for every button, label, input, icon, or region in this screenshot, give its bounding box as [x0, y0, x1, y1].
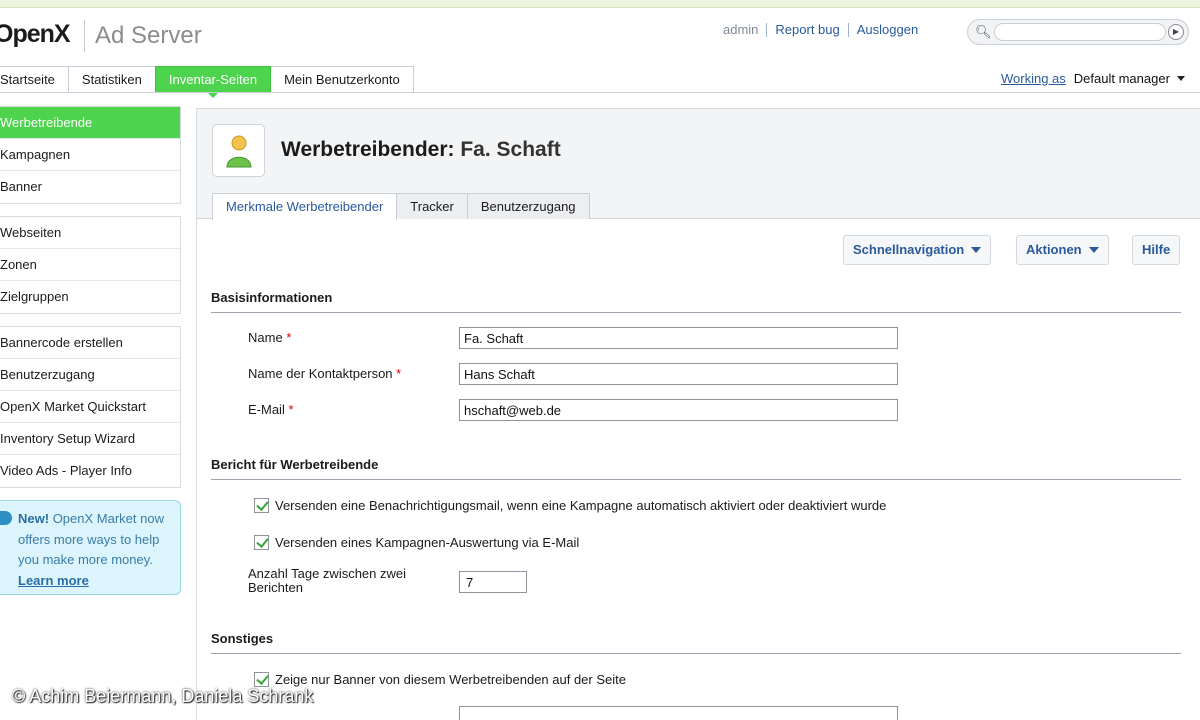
- report-bug-link[interactable]: Report bug: [775, 22, 839, 37]
- sidebar-item-werbetreibende[interactable]: Werbetreibende: [0, 107, 180, 139]
- openx-logo[interactable]: OpenX: [0, 20, 71, 49]
- chevron-down-icon: [971, 247, 982, 253]
- contact-label: Name der Kontaktperson *: [248, 366, 402, 381]
- page-title-name: Fa. Schaft: [460, 138, 561, 161]
- photo-credit: © Achim Beiermann, Daniela Schrank: [12, 686, 314, 706]
- required-mark: *: [396, 366, 402, 381]
- product-name: Ad Server: [95, 22, 202, 49]
- search-icon[interactable]: 🔍︎: [975, 24, 992, 40]
- quicknav-label: Schnellnavigation: [853, 242, 965, 257]
- logo-text: OpenX: [0, 20, 71, 48]
- page-title: Werbetreibender: Fa. Schaft: [281, 138, 561, 162]
- promo-text: New! OpenX Market now offers more ways t…: [18, 509, 178, 591]
- sidebar-item-market-quickstart[interactable]: OpenX Market Quickstart: [0, 391, 180, 423]
- logo-divider: [84, 20, 85, 52]
- learn-more-link[interactable]: Learn more: [18, 573, 89, 588]
- required-mark: *: [288, 402, 294, 417]
- tab-mein-benutzerkonto[interactable]: Mein Benutzerkonto: [270, 66, 414, 92]
- notification-checkbox-row[interactable]: Versenden eine Benachrichtigungsmail, we…: [254, 498, 886, 513]
- actions-button[interactable]: Aktionen: [1016, 235, 1109, 265]
- banner-only-checkbox-row[interactable]: Zeige nur Banner von diesem Werbetreiben…: [254, 672, 626, 687]
- section-divider: [211, 312, 1181, 313]
- main-tabs: Startseite Statistiken Inventar-Seiten M…: [0, 66, 414, 98]
- sidebar-item-zielgruppen[interactable]: Zielgruppen: [0, 281, 180, 313]
- sidebar-item-benutzerzugang[interactable]: Benutzerzugang: [0, 359, 180, 391]
- top-links: admin Report bug Ausloggen: [723, 22, 918, 37]
- panel-header: Werbetreibender: Fa. Schaft Merkmale Wer…: [197, 109, 1200, 220]
- sidebar-item-webseiten[interactable]: Webseiten: [0, 217, 180, 249]
- section-title-basis: Basisinformationen: [211, 290, 333, 305]
- logout-link[interactable]: Ausloggen: [857, 22, 918, 37]
- play-icon[interactable]: ▶: [1168, 24, 1184, 40]
- partial-input-field[interactable]: [459, 706, 898, 720]
- section-title-report: Bericht für Werbetreibende: [211, 457, 379, 472]
- email-label: E-Mail *: [248, 402, 294, 417]
- email-field[interactable]: [459, 399, 898, 421]
- promo-box: New! OpenX Market now offers more ways t…: [0, 500, 181, 595]
- current-user: admin: [723, 22, 759, 37]
- sidebar-item-video-ads[interactable]: Video Ads - Player Info: [0, 455, 180, 487]
- sidebar-item-kampagnen[interactable]: Kampagnen: [0, 139, 180, 171]
- notification-checkbox[interactable]: [254, 498, 269, 513]
- search-input[interactable]: [994, 23, 1166, 41]
- promo-new-label: New!: [18, 511, 50, 526]
- name-field[interactable]: [459, 327, 898, 349]
- report-checkbox-label: Versenden eines Kampagnen-Auswertung via…: [275, 535, 580, 550]
- user-icon: [226, 135, 252, 168]
- chevron-down-icon[interactable]: [1176, 76, 1185, 81]
- help-button[interactable]: Hilfe: [1132, 235, 1181, 265]
- notification-checkbox-label: Versenden eine Benachrichtigungsmail, we…: [275, 498, 887, 513]
- section-divider: [211, 479, 1181, 480]
- top-accent-bar: [0, 0, 1200, 8]
- avatar: [212, 124, 265, 177]
- days-label: Anzahl Tage zwischen zwei Berichten: [248, 566, 407, 595]
- sidebar-item-inventory-wizard[interactable]: Inventory Setup Wizard: [0, 423, 180, 455]
- tab-inventar-seiten[interactable]: Inventar-Seiten: [154, 66, 272, 98]
- working-as-selector[interactable]: Working as Default manager: [1001, 71, 1185, 86]
- sub-tabs: Merkmale Werbetreibender Tracker Benutze…: [212, 193, 590, 220]
- required-mark: *: [286, 330, 292, 345]
- report-checkbox[interactable]: [254, 535, 269, 550]
- section-title-other: Sonstiges: [211, 631, 274, 646]
- chevron-down-icon: [1088, 247, 1099, 253]
- section-divider: [211, 653, 1181, 654]
- sidebar-item-zonen[interactable]: Zonen: [0, 249, 180, 281]
- sidebar-group-advertisers: Werbetreibende Kampagnen Banner: [0, 106, 181, 204]
- tab-benutzerzugang[interactable]: Benutzerzugang: [466, 193, 590, 219]
- divider: [766, 22, 768, 37]
- days-field[interactable]: [459, 571, 527, 593]
- content-panel: Werbetreibender: Fa. Schaft Merkmale Wer…: [196, 108, 1200, 720]
- sidebar-item-bannercode[interactable]: Bannercode erstellen: [0, 327, 180, 359]
- banner-only-checkbox-label: Zeige nur Banner von diesem Werbetreiben…: [275, 672, 626, 687]
- sidebar-group-tools: Bannercode erstellen Benutzerzugang Open…: [0, 326, 181, 488]
- tab-merkmale[interactable]: Merkmale Werbetreibender: [212, 193, 398, 220]
- help-label: Hilfe: [1142, 242, 1171, 257]
- name-label: Name *: [248, 330, 292, 345]
- divider: [847, 22, 849, 37]
- search-box: 🔍︎ ▶: [967, 19, 1189, 45]
- banner-only-checkbox[interactable]: [254, 672, 269, 687]
- tab-statistiken[interactable]: Statistiken: [67, 66, 156, 92]
- working-as-value[interactable]: Default manager: [1074, 71, 1170, 86]
- contact-field[interactable]: [459, 363, 898, 385]
- page-title-prefix: Werbetreibender:: [281, 138, 455, 161]
- sidebar-group-websites: Webseiten Zonen Zielgruppen: [0, 216, 181, 314]
- sidebar-item-banner[interactable]: Banner: [0, 171, 180, 203]
- tab-startseite[interactable]: Startseite: [0, 66, 69, 92]
- tab-divider-line: [0, 92, 1200, 93]
- report-checkbox-row[interactable]: Versenden eines Kampagnen-Auswertung via…: [254, 535, 579, 550]
- tab-tracker[interactable]: Tracker: [396, 193, 468, 219]
- quicknav-button[interactable]: Schnellnavigation: [843, 235, 992, 265]
- info-icon: [0, 511, 12, 525]
- actions-label: Aktionen: [1026, 242, 1082, 257]
- working-as-label[interactable]: Working as: [1001, 71, 1066, 86]
